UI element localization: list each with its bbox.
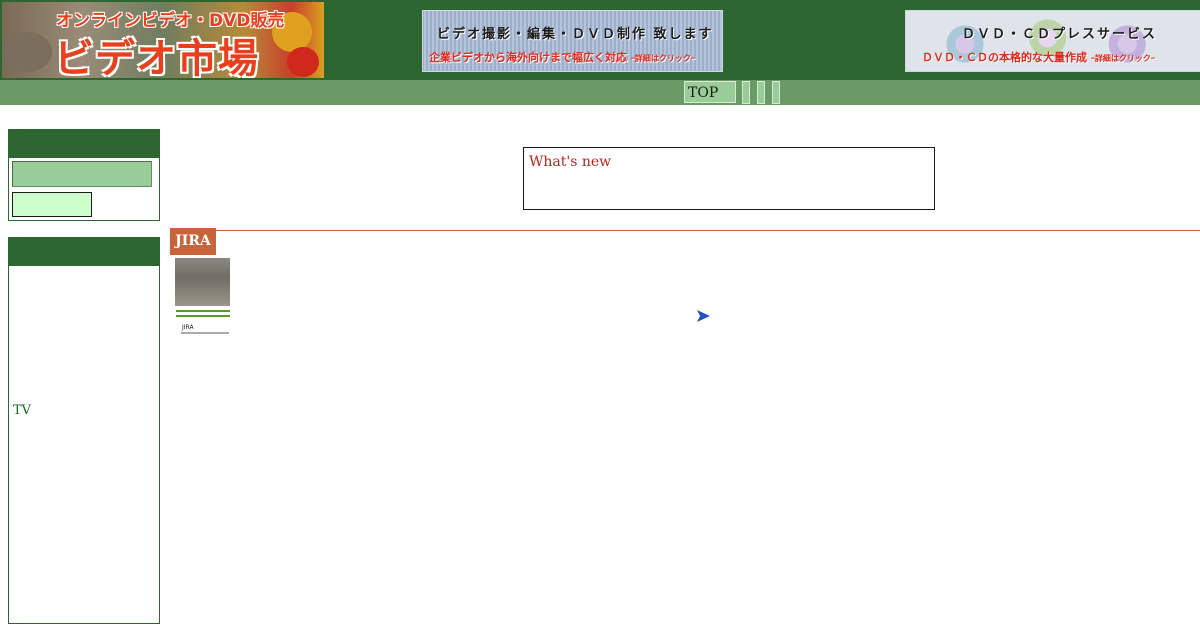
nav-tab[interactable] [757,81,765,104]
nav-top-button[interactable]: TOP [684,81,736,103]
search-box-header [9,130,159,158]
nav-bar [0,80,1200,105]
banner-title: ＤＶＤ・ＣＤプレスサービス [962,27,1158,42]
product-thumbnail[interactable]: JIRA [174,257,231,339]
banner-link[interactable]: ｰ詳細はクリックｰ [1091,54,1155,63]
banner-subtitle: 企業ビデオから海外向けまで幅広く対応 ｰ詳細はクリックｰ [429,51,695,64]
search-button[interactable] [12,192,92,217]
category-box-header [9,238,159,266]
whats-new-title: What's new [529,154,612,170]
logo-title: ビデオ市場 [54,36,259,78]
category-link-tv[interactable]: TV [13,403,31,418]
category-box: TV [8,237,160,624]
thumbnail-photo [175,258,230,306]
produce-decoration [2,32,52,72]
site-header: オンラインビデオ・DVD販売 ビデオ市場 ビデオ撮影・編集・ＤＶＤ制作 致します… [0,0,1200,80]
nav-tab[interactable] [772,81,780,104]
video-production-banner[interactable]: ビデオ撮影・編集・ＤＶＤ制作 致します 企業ビデオから海外向けまで幅広く対応 ｰ… [422,10,723,72]
section-tag-jira: JIRA [170,228,216,255]
site-logo[interactable]: オンラインビデオ・DVD販売 ビデオ市場 [2,2,324,78]
dvd-press-banner[interactable]: ＤＶＤ・ＣＤプレスサービス ＤＶＤ・ＣＤの本格的な大量作成 ｰ詳細はクリックｰ [905,10,1200,72]
banner-title: ビデオ撮影・編集・ＤＶＤ制作 致します [437,27,714,42]
produce-decoration [287,47,319,77]
thumbnail-caption-graphic [176,307,230,320]
arrow-right-icon[interactable] [695,308,711,324]
whats-new-panel: What's new [523,147,935,210]
banner-link[interactable]: ｰ詳細はクリックｰ [631,54,695,63]
banner-subtitle: ＤＶＤ・ＣＤの本格的な大量作成 ｰ詳細はクリックｰ [922,51,1155,64]
thumbnail-caption-graphic [181,332,229,334]
nav-tab[interactable] [742,81,750,104]
section-divider [170,230,1200,231]
thumbnail-label: JIRA [182,324,194,331]
search-box [8,129,160,221]
search-input[interactable] [12,161,152,187]
